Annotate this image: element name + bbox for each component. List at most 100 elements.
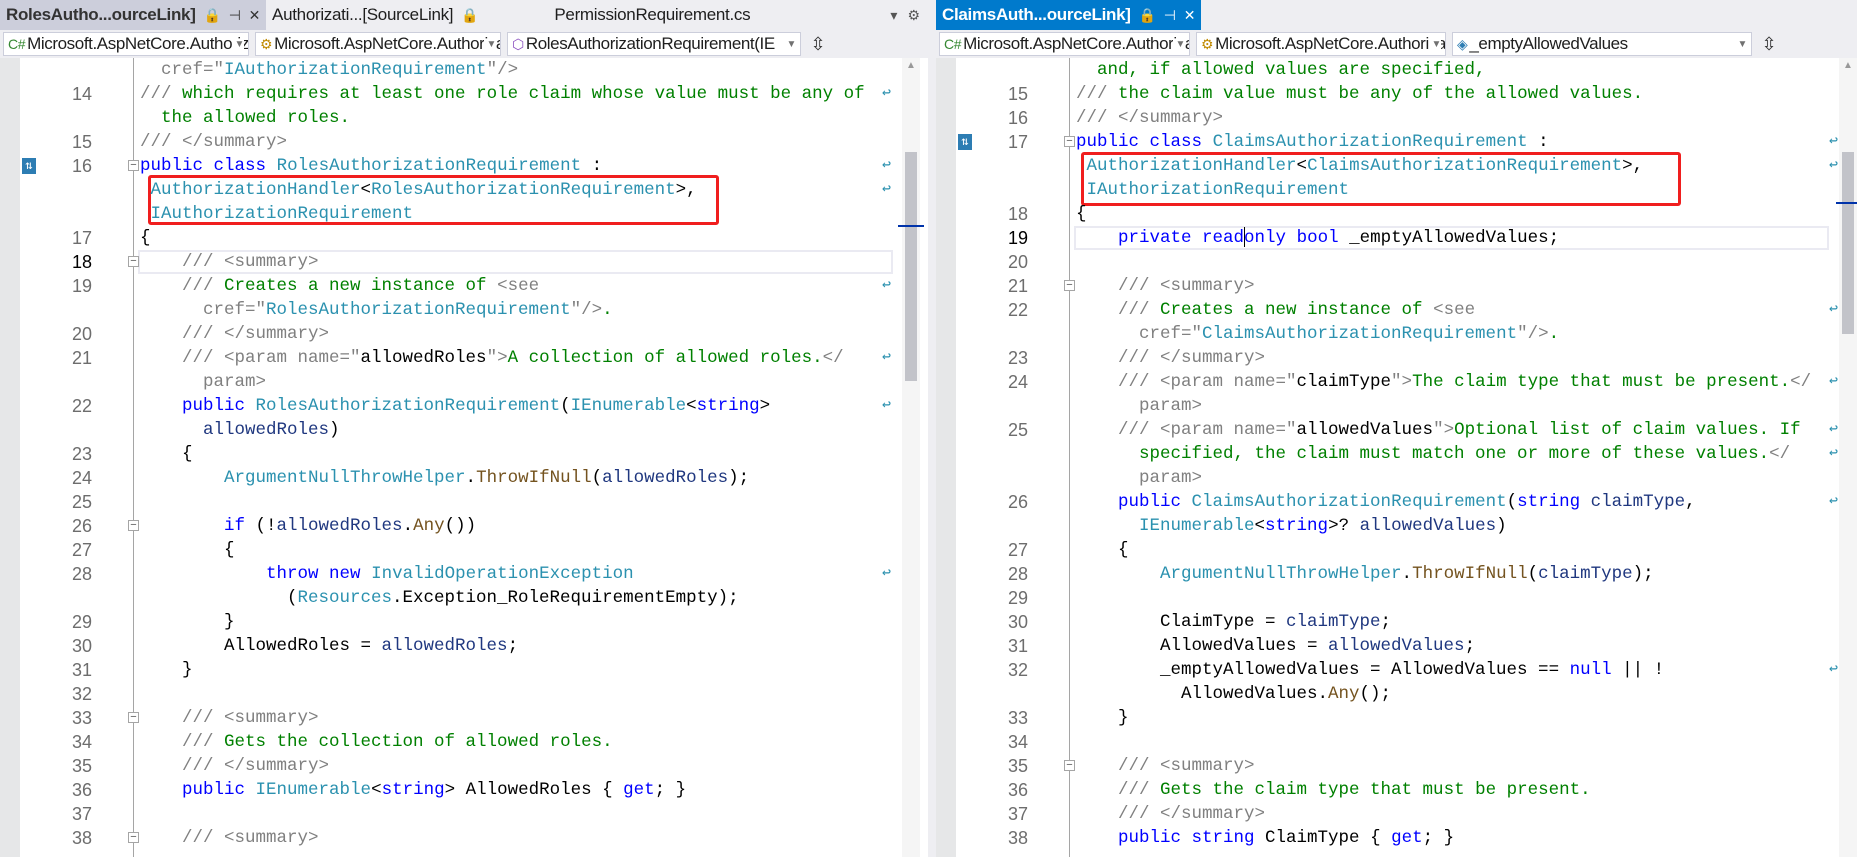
code-line[interactable]: 37 /// </summary>: [936, 802, 1857, 826]
close-icon[interactable]: ✕: [1184, 7, 1196, 24]
pin-icon[interactable]: ⊣: [229, 7, 241, 24]
code-line[interactable]: IAuthorizationRequirement: [0, 202, 928, 226]
code-line[interactable]: allowedRoles): [0, 418, 928, 442]
left-code-editor[interactable]: ▲ cref="IAuthorizationRequirement"/> 14//…: [0, 58, 928, 857]
split-window-button[interactable]: ⇳: [807, 32, 829, 56]
code-line[interactable]: (Resources.Exception_RoleRequirementEmpt…: [0, 586, 928, 610]
code-line[interactable]: AuthorizationHandler<ClaimsAuthorization…: [936, 154, 1857, 178]
code-line[interactable]: 33 − /// <summary>: [0, 706, 928, 730]
code-line[interactable]: 36 /// Gets the claim type that must be p…: [936, 778, 1857, 802]
code-line[interactable]: cref="RolesAuthorizationRequirement"/>.: [0, 298, 928, 322]
code-line[interactable]: 27 {: [0, 538, 928, 562]
code-line[interactable]: 38 public string ClaimType { get; }: [936, 826, 1857, 850]
code-line[interactable]: 23 {: [0, 442, 928, 466]
settings-icon[interactable]: ⚙: [907, 7, 920, 24]
code-line[interactable]: and, if allowed values are specified,: [936, 58, 1857, 82]
code-line[interactable]: 14 /// which requires at least one role c…: [0, 82, 928, 106]
code-line[interactable]: 34 /// Gets the collection of allowed rol…: [0, 730, 928, 754]
code-line[interactable]: 31 AllowedValues = allowedValues;: [936, 634, 1857, 658]
implements-interface-icon[interactable]: ⇅: [958, 134, 972, 150]
code-line[interactable]: 24 /// <param name="claimType">The claim …: [936, 370, 1857, 394]
code-line[interactable]: param>: [936, 466, 1857, 490]
code-line[interactable]: 25: [0, 490, 928, 514]
pane-splitter[interactable]: [928, 0, 936, 857]
collapse-icon[interactable]: −: [128, 160, 139, 171]
code-line[interactable]: 32: [0, 682, 928, 706]
code-line[interactable]: cref="IAuthorizationRequirement"/>: [0, 58, 928, 82]
code-line[interactable]: 36 public IEnumerable<string> AllowedRole…: [0, 778, 928, 802]
code-line[interactable]: 17 ⇅ − public class ClaimsAuthorizationRequ…: [936, 130, 1857, 154]
tab-roles-authorization-requirement[interactable]: RolesAutho...ourceLink] 🔒 ⊣ ✕: [0, 0, 267, 30]
code-line[interactable]: 30 AllowedRoles = allowedRoles;: [0, 634, 928, 658]
tab-authorization-sourcelink[interactable]: Authorizati...[SourceLink] 🔒: [266, 0, 484, 30]
collapse-icon[interactable]: −: [128, 520, 139, 531]
collapse-icon[interactable]: −: [128, 712, 139, 723]
code-line[interactable]: 22 public RolesAuthorizationRequirement(I…: [0, 394, 928, 418]
code-line[interactable]: 16 /// </summary>: [936, 106, 1857, 130]
code-line[interactable]: param>: [936, 394, 1857, 418]
type-dropdown[interactable]: ⚙ Microsoft.AspNetCore.Authorizatic ▼: [1196, 32, 1446, 56]
code-line[interactable]: 21 − /// <summary>: [936, 274, 1857, 298]
code-line[interactable]: 16 ⇅ − public class RolesAuthorizationRequi…: [0, 154, 928, 178]
close-icon[interactable]: ✕: [249, 7, 261, 24]
code-line[interactable]: 17 {: [0, 226, 928, 250]
collapse-icon[interactable]: −: [1064, 760, 1075, 771]
member-dropdown[interactable]: ◈ _emptyAllowedValues ▼: [1452, 32, 1752, 56]
code-line[interactable]: 29}: [0, 610, 928, 634]
code-line[interactable]: 19 /// Creates a new instance of <see ↩: [0, 274, 928, 298]
tab-list-dropdown-icon[interactable]: ▾: [890, 7, 897, 24]
collapse-icon[interactable]: −: [1064, 280, 1075, 291]
code-line[interactable]: 20: [936, 250, 1857, 274]
code-token: ///: [1118, 300, 1150, 320]
collapse-icon[interactable]: −: [128, 832, 139, 843]
code-line[interactable]: 18 {: [936, 202, 1857, 226]
code-line[interactable]: 30 ClaimType = claimType;: [936, 610, 1857, 634]
code-line[interactable]: 20 /// </summary>: [0, 322, 928, 346]
code-line[interactable]: 35 /// </summary>: [0, 754, 928, 778]
pin-icon[interactable]: ⊣: [1164, 7, 1176, 24]
code-line[interactable]: 38 − /// <summary>: [0, 826, 928, 850]
code-line[interactable]: 32 _emptyAllowedValues = AllowedValues ==…: [936, 658, 1857, 682]
code-line[interactable]: 15 /// the claim value must be any of the…: [936, 82, 1857, 106]
code-line[interactable]: 37: [0, 802, 928, 826]
code-line[interactable]: IAuthorizationRequirement: [936, 178, 1857, 202]
split-window-button[interactable]: ⇳: [1758, 32, 1780, 56]
tab-permission-requirement[interactable]: PermissionRequirement.cs: [484, 0, 756, 30]
code-line[interactable]: 28 ArgumentNullThrowHelper.ThrowIfNull(cl…: [936, 562, 1857, 586]
code-line[interactable]: 29: [936, 586, 1857, 610]
code-line[interactable]: param>: [0, 370, 928, 394]
code-line[interactable]: 23 /// </summary>: [936, 346, 1857, 370]
code-text: private readonly bool _emptyAllowedValue…: [1118, 226, 1559, 250]
code-line[interactable]: IEnumerable<string>? allowedValues): [936, 514, 1857, 538]
code-line[interactable]: 34: [936, 730, 1857, 754]
project-dropdown[interactable]: C# Microsoft.AspNetCore.Authorizatic ▼: [939, 32, 1190, 56]
right-code-editor[interactable]: ▲ and, if allowed values are specified, 1…: [936, 58, 1857, 857]
implements-interface-icon[interactable]: ⇅: [22, 158, 36, 174]
code-line[interactable]: specified, the claim must match one or m…: [936, 442, 1857, 466]
code-line[interactable]: 33}: [936, 706, 1857, 730]
code-line[interactable]: the allowed roles.: [0, 106, 928, 130]
code-line[interactable]: cref="ClaimsAuthorizationRequirement"/>.: [936, 322, 1857, 346]
code-line[interactable]: 35 − /// <summary>: [936, 754, 1857, 778]
member-dropdown[interactable]: ⬡ RolesAuthorizationRequirement(IE ▼: [507, 32, 801, 56]
collapse-icon[interactable]: −: [128, 256, 139, 267]
code-line[interactable]: 18 − /// <summary>: [0, 250, 928, 274]
code-line[interactable]: 19 private readonly bool _emptyAllowedVal…: [936, 226, 1857, 250]
code-line[interactable]: 25 /// <param name="allowedValues">Option…: [936, 418, 1857, 442]
collapse-icon[interactable]: −: [1064, 136, 1075, 147]
code-line[interactable]: 27 {: [936, 538, 1857, 562]
code-line[interactable]: 15 /// </summary>: [0, 130, 928, 154]
code-line[interactable]: AuthorizationHandler<RolesAuthorizationR…: [0, 178, 928, 202]
code-line[interactable]: 26 public ClaimsAuthorizationRequirement(…: [936, 490, 1857, 514]
code-line[interactable]: AllowedValues.Any();: [936, 682, 1857, 706]
type-dropdown[interactable]: ⚙ Microsoft.AspNetCore.Authorizati ▼: [255, 32, 501, 56]
code-line[interactable]: 31}: [0, 658, 928, 682]
project-dropdown[interactable]: C# Microsoft.AspNetCore.Authorizati ▼: [3, 32, 249, 56]
code-line[interactable]: 22 /// Creates a new instance of <see ↩: [936, 298, 1857, 322]
code-line[interactable]: 21 /// <param name="allowedRoles">A colle…: [0, 346, 928, 370]
code-line[interactable]: 26 − if (!allowedRoles.Any()): [0, 514, 928, 538]
tab-claims-authorization-requirement[interactable]: ClaimsAuth...ourceLink] 🔒 ⊣ ✕: [936, 0, 1202, 30]
code-line[interactable]: 28 throw new InvalidOperationException ↩: [0, 562, 928, 586]
code-token: (: [591, 468, 603, 488]
code-line[interactable]: 24 ArgumentNullThrowHelper.ThrowIfNull(al…: [0, 466, 928, 490]
